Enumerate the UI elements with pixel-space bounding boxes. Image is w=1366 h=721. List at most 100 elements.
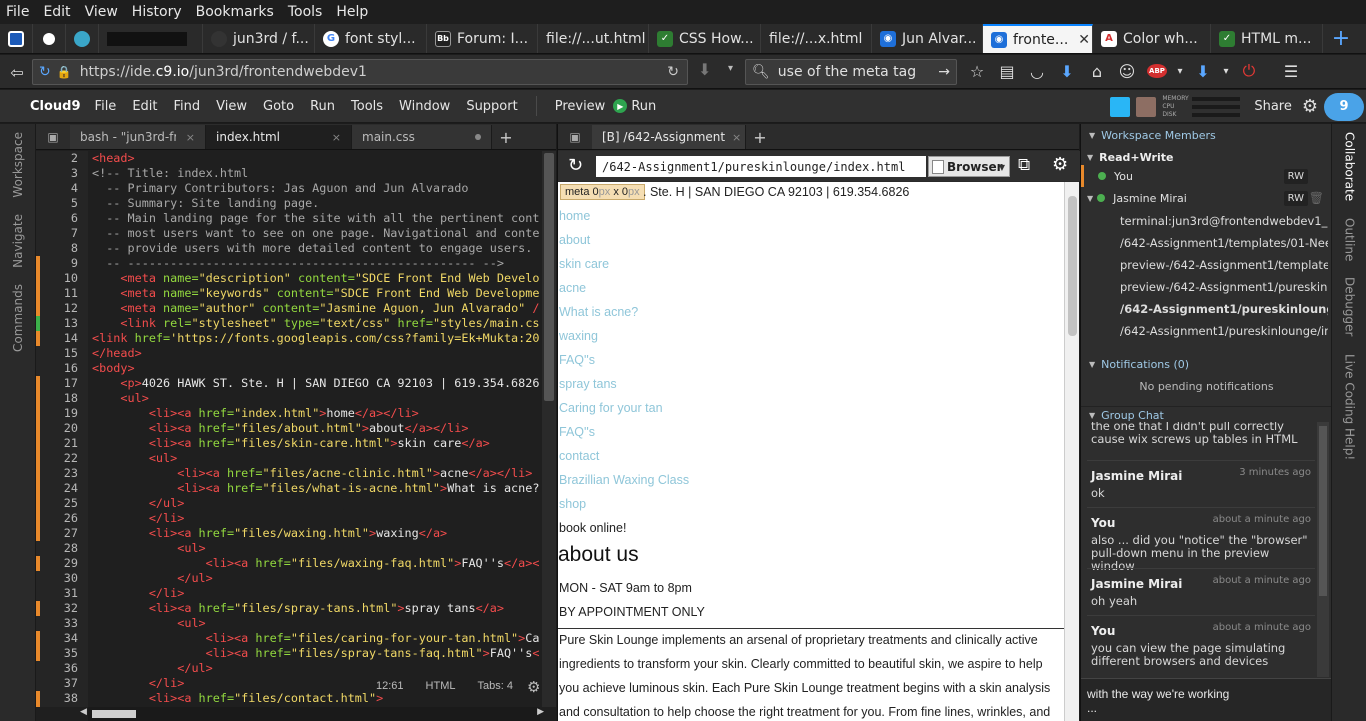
code-line[interactable]: </head> xyxy=(92,346,540,361)
code-line[interactable]: <meta name="keywords" content="SDCE Fron… xyxy=(92,286,540,301)
code-line[interactable]: <meta name="author" content="Jasmine Agu… xyxy=(92,301,540,316)
preview-nav-link[interactable]: FAQ''s xyxy=(559,425,595,439)
code-line[interactable]: <li><a href="index.html">home</a></li> xyxy=(92,406,540,421)
member-jasmine[interactable]: ▼ Jasmine Mirai RW 🗑︎ xyxy=(1081,187,1332,209)
preview-nav-link[interactable]: spray tans xyxy=(559,377,617,391)
browser-select[interactable]: Browser ▼ xyxy=(928,156,1010,177)
browser-tab-2[interactable]: Gfont styl... xyxy=(315,24,427,53)
pane-menu-icon[interactable]: ▣ xyxy=(558,125,592,149)
preview-nav-link[interactable]: Caring for your tan xyxy=(559,401,663,415)
editor-tab-main-css[interactable]: main.css xyxy=(352,125,492,149)
close-tab-icon[interactable]: ✕ xyxy=(1078,32,1090,48)
new-editor-tab-button[interactable]: + xyxy=(492,125,520,149)
chat-input[interactable]: with the way we're working ... xyxy=(1081,678,1332,721)
scrollbar-thumb[interactable] xyxy=(1319,426,1327,596)
pane-menu-icon[interactable]: ▣ xyxy=(36,125,70,149)
browser-tab-3[interactable]: Bb Forum: I... xyxy=(427,24,538,53)
editor-settings-gear-icon[interactable]: ⚙ xyxy=(527,678,540,696)
code-line[interactable]: -- Primary Contributors: Jas Aguon and J… xyxy=(92,181,540,196)
member-tab-item[interactable]: /642-Assignment1/pureskinlounge/inde xyxy=(1120,324,1328,338)
code-line[interactable]: <li><a href="files/spray-tans.html">spra… xyxy=(92,601,540,616)
editor-horizontal-scrollbar[interactable]: ◀ ▶ xyxy=(80,707,544,721)
code-line[interactable]: </li> xyxy=(92,586,540,601)
code-line[interactable]: <li><a href="files/skin-care.html">skin … xyxy=(92,436,540,451)
code-line[interactable]: <link rel="stylesheet" type="text/css" h… xyxy=(92,316,540,331)
back-button[interactable]: ⇦ xyxy=(2,58,32,86)
extension-download-icon[interactable]: ⬇ xyxy=(1188,57,1218,85)
chat-icon[interactable]: ☺ xyxy=(1112,57,1142,85)
rail-tab-collaborate[interactable]: Collaborate xyxy=(1332,132,1366,201)
trash-icon[interactable]: 🗑︎ xyxy=(1309,191,1324,205)
menu-tools[interactable]: Tools xyxy=(281,4,330,20)
preview-nav-link[interactable]: FAQ''s xyxy=(559,353,595,367)
pinned-tab-3[interactable] xyxy=(66,24,99,53)
member-you[interactable]: You RW xyxy=(1081,165,1332,187)
settings-gear-icon[interactable]: ⚙ xyxy=(1302,96,1318,117)
cloud9-cloud-icon[interactable]: 9 xyxy=(1324,92,1364,121)
code-line[interactable]: <ul> xyxy=(92,451,540,466)
popout-icon[interactable]: ⧉ xyxy=(1018,155,1030,175)
read-write-group[interactable]: ▼ Read+Write xyxy=(1081,148,1332,166)
rail-tab-workspace[interactable]: Workspace xyxy=(0,132,36,198)
chat-messages[interactable]: the one that I didn't pull correctly cau… xyxy=(1087,422,1315,677)
preview-nav-link[interactable]: contact xyxy=(559,449,599,463)
code-line[interactable]: </li> xyxy=(92,511,540,526)
close-tab-icon[interactable]: × xyxy=(186,131,195,144)
url-bar[interactable]: ↻ 🔒 https://ide.c9.io/jun3rd/frontendweb… xyxy=(32,59,688,85)
bookmark-star-icon[interactable]: ☆ xyxy=(962,57,992,85)
close-tab-icon[interactable]: × xyxy=(732,131,741,144)
menu-bookmarks[interactable]: Bookmarks xyxy=(189,4,281,20)
preview-vertical-scrollbar[interactable] xyxy=(1064,182,1079,721)
run-button[interactable]: ▶ Run xyxy=(613,99,656,114)
browser-tab-4[interactable]: file://...ut.html xyxy=(538,24,649,53)
c9-menu-find[interactable]: Find xyxy=(166,99,209,114)
code-line[interactable]: <li><a href="files/waxing.html">waxing</… xyxy=(92,526,540,541)
code-line[interactable]: <li><a href="files/what-is-acne.html">Wh… xyxy=(92,481,540,496)
scrollbar-thumb[interactable] xyxy=(1068,196,1077,336)
browser-tab-1[interactable]: jun3rd / f... xyxy=(203,24,315,53)
member-tab-item[interactable]: /642-Assignment1/pureskinlounge/sty xyxy=(1120,302,1328,316)
code-line[interactable]: <ul> xyxy=(92,616,540,631)
scroll-left-icon[interactable]: ◀ xyxy=(80,707,87,717)
reading-list-icon[interactable]: ▤ xyxy=(992,57,1022,85)
browser-tab-6[interactable]: file://...x.html xyxy=(761,24,872,53)
code-line[interactable]: <p>4026 HAWK ST. Ste. H | SAN DIEGO CA 9… xyxy=(92,376,540,391)
preview-nav-link[interactable]: about xyxy=(559,233,590,247)
c9-menu-run[interactable]: Run xyxy=(302,99,343,114)
preview-nav-link[interactable]: waxing xyxy=(559,329,598,343)
search-engine-dropdown-icon[interactable]: ▾ xyxy=(728,63,733,74)
preview-nav-link[interactable]: What is acne? xyxy=(559,305,638,319)
code-line[interactable]: -- -------------------------------------… xyxy=(92,256,540,271)
editor-vertical-scrollbar[interactable] xyxy=(542,151,556,707)
code-line[interactable]: -- most users want to see on one page. N… xyxy=(92,226,540,241)
pocket-icon[interactable]: ◡ xyxy=(1022,57,1052,85)
tab-size[interactable]: Tabs: 4 xyxy=(477,680,512,696)
code-line[interactable]: <li><a href="files/acne-clinic.html">acn… xyxy=(92,466,540,481)
preview-nav-link[interactable]: shop xyxy=(559,497,586,511)
browser-tab-9[interactable]: ✓ HTML m... xyxy=(1211,24,1323,53)
syntax-mode[interactable]: HTML xyxy=(426,680,456,696)
extension-dropdown-icon[interactable]: ▾ xyxy=(1218,57,1234,85)
member-tab-item[interactable]: preview-/642-Assignment1/templates/0 xyxy=(1120,258,1328,272)
c9-menu-support[interactable]: Support xyxy=(458,99,525,114)
code-line[interactable]: </ul> xyxy=(92,661,540,676)
menu-view[interactable]: View xyxy=(78,4,125,20)
user-avatar[interactable] xyxy=(1136,96,1157,117)
rail-tab-outline[interactable]: Outline xyxy=(1332,218,1366,261)
c9-menu-edit[interactable]: Edit xyxy=(124,99,165,114)
code-line[interactable]: <ul> xyxy=(92,391,540,406)
chat-scrollbar[interactable] xyxy=(1317,422,1329,677)
preview-url-input[interactable]: /642-Assignment1/pureskinlounge/index.ht… xyxy=(596,156,926,177)
adblock-dropdown-icon[interactable]: ▾ xyxy=(1172,57,1188,85)
preview-settings-gear-icon[interactable]: ⚙ xyxy=(1052,154,1068,175)
rw-badge[interactable]: RW xyxy=(1283,190,1308,206)
code-line[interactable]: <meta name="description" content="SDCE F… xyxy=(92,271,540,286)
search-go-icon[interactable]: → xyxy=(938,64,950,80)
preview-tab[interactable]: [B] /642-Assignment × xyxy=(592,125,746,149)
preview-nav-link[interactable]: acne xyxy=(559,281,586,295)
browser-tab-redacted[interactable] xyxy=(99,24,203,53)
menu-help[interactable]: Help xyxy=(329,4,375,20)
code-line[interactable]: <!-- Title: index.html xyxy=(92,166,540,181)
c9-menu-view[interactable]: View xyxy=(208,99,255,114)
browser-tab-5[interactable]: ✓ CSS How... xyxy=(649,24,761,53)
